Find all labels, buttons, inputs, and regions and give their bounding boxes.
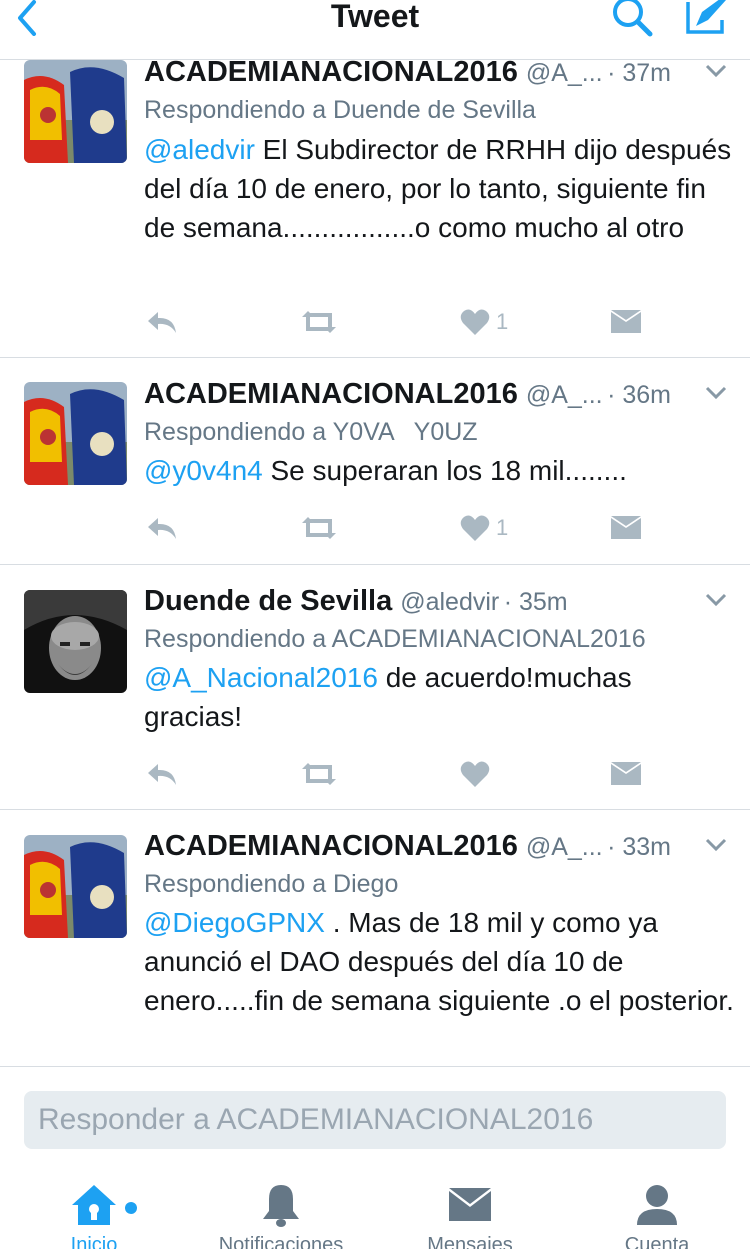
mention-link[interactable]: @aledvir [144, 134, 255, 165]
tab-messages[interactable]: Mensajes [385, 1180, 555, 1249]
home-icon [9, 1180, 179, 1230]
direct-message-icon[interactable] [610, 302, 642, 342]
reply-icon[interactable] [146, 302, 178, 342]
tweet-text: @A_Nacional2016 de acuerdo!muchas gracia… [144, 662, 632, 732]
tab-bar: Inicio Notificaciones Mensajes Cuenta [0, 1162, 750, 1249]
bell-icon [196, 1180, 366, 1230]
notification-dot [125, 1202, 137, 1214]
display-name[interactable]: ACADEMIANACIONAL2016 [144, 830, 518, 862]
tweet-text: @DiegoGPNX . Mas de 18 mil y como ya anu… [144, 907, 734, 1016]
display-name[interactable]: ACADEMIANACIONAL2016 [144, 60, 518, 88]
mention-link[interactable]: @DiegoGPNX [144, 907, 325, 938]
timestamp: · 35m [503, 588, 568, 616]
mention-link[interactable]: @y0v4n4 [144, 455, 263, 486]
like-button[interactable]: 1 [460, 302, 508, 342]
tweet-header: ACADEMIANACIONAL2016 @A_... · 37m [144, 60, 750, 96]
user-handle: @A_... [525, 381, 603, 409]
tweet-item[interactable]: ACADEMIANACIONAL2016 @A_... · 36m Respond… [0, 358, 750, 565]
tweet-actions [0, 754, 750, 794]
timestamp: · 36m [607, 381, 671, 409]
tweet-text: @aledvir El Subdirector de RRHH dijo des… [144, 134, 732, 243]
display-name[interactable]: ACADEMIANACIONAL2016 [144, 378, 518, 410]
avatar[interactable] [24, 835, 127, 938]
tweet-header: ACADEMIANACIONAL2016 @A_... · 33m [144, 830, 750, 870]
avatar[interactable] [24, 60, 127, 163]
tab-label: Notificaciones [218, 1234, 344, 1249]
tweet-item[interactable]: ACADEMIANACIONAL2016 @A_... · 37m Respond… [0, 60, 750, 358]
tweet-actions: 1 [0, 302, 750, 342]
replying-to[interactable]: Respondiendo a Duende de Sevilla [144, 96, 536, 125]
like-button[interactable] [460, 754, 496, 794]
tweet-header: ACADEMIANACIONAL2016 @A_... · 36m [144, 378, 750, 418]
person-icon [572, 1180, 742, 1230]
user-handle: @aledvir [400, 588, 500, 616]
tweet-feed: ACADEMIANACIONAL2016 @A_... · 37m Respond… [0, 60, 750, 1067]
user-handle: @A_... [525, 60, 603, 87]
tab-notifications[interactable]: Notificaciones [196, 1180, 366, 1249]
replying-to[interactable]: Respondiendo a ACADEMIANACIONAL2016 [144, 625, 646, 654]
tweet-actions: 1 [0, 508, 750, 548]
direct-message-icon[interactable] [610, 754, 642, 794]
avatar[interactable] [24, 590, 127, 693]
reply-icon[interactable] [146, 754, 178, 794]
replying-to[interactable]: Respondiendo a Y0VA Y0UZ [144, 418, 478, 447]
reply-input[interactable] [24, 1091, 726, 1149]
tweet-item[interactable]: Duende de Sevilla @aledvir · 35m Respondi… [0, 565, 750, 810]
display-name[interactable]: Duende de Sevilla [144, 585, 392, 617]
chevron-down-icon[interactable] [704, 591, 728, 609]
reply-bar [0, 1066, 750, 1162]
direct-message-icon[interactable] [610, 508, 642, 548]
mention-link[interactable]: @A_Nacional2016 [144, 662, 378, 693]
user-handle: @A_... [525, 833, 603, 861]
tab-home[interactable]: Inicio [9, 1180, 179, 1249]
tweet-item[interactable]: ACADEMIANACIONAL2016 @A_... · 33m Respond… [0, 810, 750, 1067]
timestamp: · 37m [607, 60, 671, 87]
tab-label: Mensajes [427, 1234, 513, 1249]
envelope-icon [385, 1180, 555, 1230]
like-button[interactable]: 1 [460, 508, 508, 548]
timestamp: · 33m [607, 833, 671, 861]
heart-icon [460, 515, 490, 541]
replying-to[interactable]: Respondiendo a Diego [144, 870, 398, 899]
heart-icon [460, 309, 490, 335]
chevron-down-icon[interactable] [704, 836, 728, 854]
compose-icon[interactable] [682, 0, 732, 40]
retweet-icon[interactable] [300, 508, 338, 548]
reply-icon[interactable] [146, 508, 178, 548]
heart-icon [460, 761, 490, 787]
chevron-down-icon[interactable] [704, 62, 728, 80]
tweet-text: @y0v4n4 Se superaran los 18 mil........ [144, 455, 627, 486]
tweet-header: Duende de Sevilla @aledvir · 35m [144, 585, 750, 625]
tab-label: Inicio [70, 1234, 118, 1249]
search-icon[interactable] [608, 0, 658, 40]
like-count: 1 [496, 309, 509, 334]
avatar[interactable] [24, 382, 127, 485]
chevron-down-icon[interactable] [704, 384, 728, 402]
retweet-icon[interactable] [300, 302, 338, 342]
retweet-icon[interactable] [300, 754, 338, 794]
tab-account[interactable]: Cuenta [572, 1180, 742, 1249]
top-bar: Tweet [0, 0, 750, 60]
tab-label: Cuenta [624, 1234, 690, 1249]
like-count: 1 [496, 515, 509, 540]
